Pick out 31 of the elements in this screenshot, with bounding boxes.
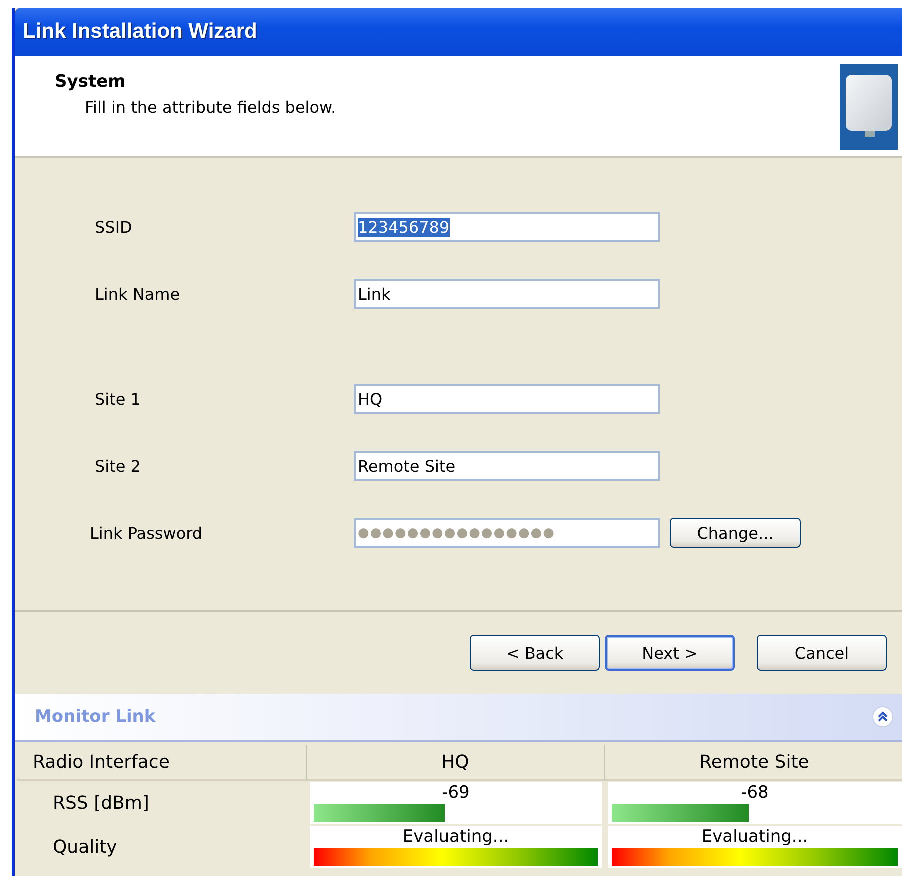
next-button[interactable]: Next > bbox=[605, 635, 735, 671]
page-title: System bbox=[55, 72, 127, 92]
field-label: Site 2 bbox=[94, 456, 142, 476]
antenna-icon bbox=[840, 64, 898, 150]
back-button[interactable]: < Back bbox=[470, 635, 600, 671]
field-value: 123456789 bbox=[358, 218, 450, 236]
field-label: SSID bbox=[94, 218, 134, 236]
collapse-icon[interactable] bbox=[872, 706, 894, 728]
reading-text: -69 bbox=[442, 782, 470, 804]
field-value: ●●●●●●●●●●●●●●●● bbox=[358, 526, 556, 540]
monitor-title: Monitor Link bbox=[35, 707, 156, 727]
text-field[interactable]: Link bbox=[354, 279, 660, 309]
reading-text: Evaluating... bbox=[702, 826, 808, 848]
row-label: RSS [dBm] bbox=[52, 792, 150, 816]
column-header: Radio Interface bbox=[17, 745, 307, 781]
page-subtitle: Fill in the attribute fields below. bbox=[84, 98, 336, 117]
field-label: Link Name bbox=[94, 284, 182, 304]
field-label: Link Password bbox=[89, 524, 204, 542]
cancel-button[interactable]: Cancel bbox=[757, 635, 887, 671]
text-field[interactable]: 123456789 bbox=[354, 212, 660, 242]
window-title: Link Installation Wizard bbox=[23, 20, 258, 44]
reading-text: Evaluating... bbox=[402, 826, 510, 848]
field-label: Site 1 bbox=[94, 390, 142, 408]
field-value: HQ bbox=[358, 390, 383, 408]
field-value: Link bbox=[358, 284, 391, 304]
text-field[interactable]: HQ bbox=[354, 384, 660, 414]
text-field[interactable]: Remote Site bbox=[354, 451, 660, 481]
reading-text: -68 bbox=[741, 782, 769, 804]
field-value: Remote Site bbox=[358, 456, 456, 476]
row-label: Quality bbox=[52, 836, 118, 860]
change-button[interactable]: Change... bbox=[670, 518, 801, 548]
